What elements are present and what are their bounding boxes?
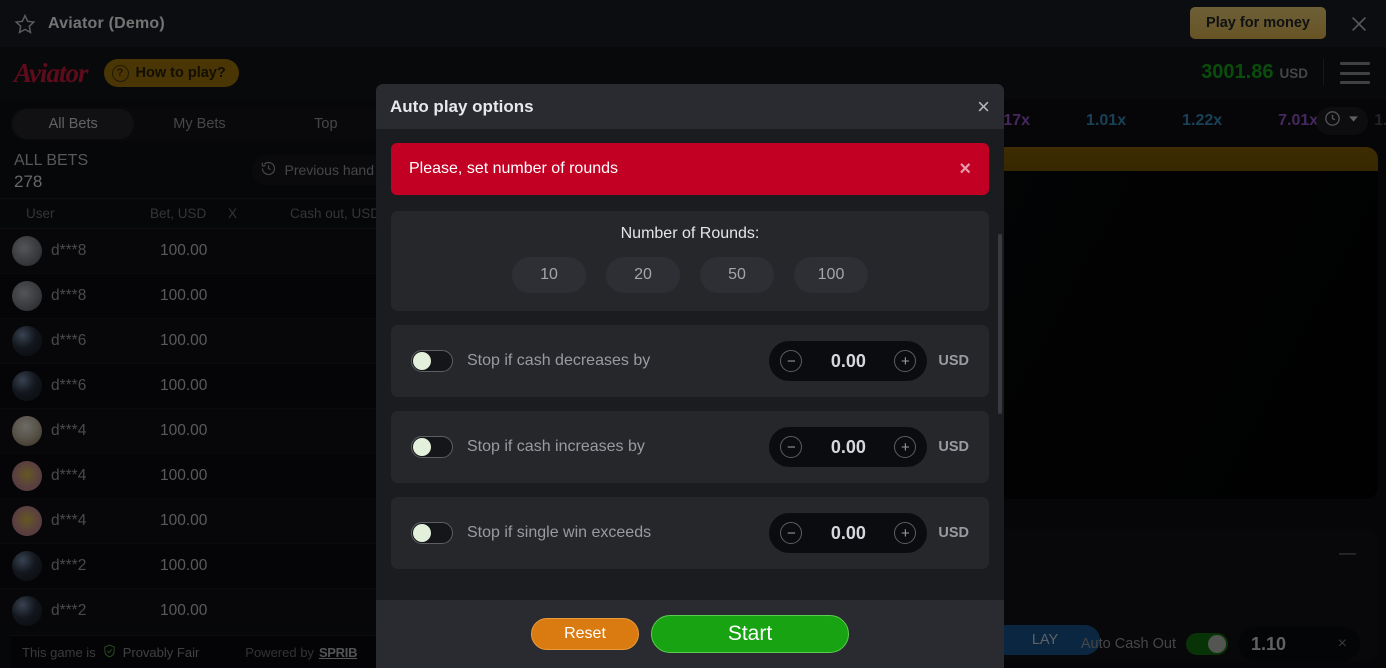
stop-single-win-label: Stop if single win exceeds xyxy=(467,524,652,541)
stop-cash-decreases-toggle[interactable] xyxy=(411,350,453,372)
stop-cash-increases-value: 0.00 xyxy=(830,436,866,457)
error-alert: Please, set number of rounds × xyxy=(391,143,989,195)
stop-cash-increases-label: Stop if cash increases by xyxy=(467,438,645,455)
modal-scrollbar[interactable] xyxy=(998,234,1002,414)
rounds-option-10[interactable]: 10 xyxy=(512,257,586,293)
rounds-card: Number of Rounds: 10 20 50 100 xyxy=(391,211,989,311)
modal-body: Please, set number of rounds × Number of… xyxy=(376,129,1004,600)
rounds-title: Number of Rounds: xyxy=(620,225,760,242)
rounds-option-20[interactable]: 20 xyxy=(606,257,680,293)
stop-single-win-value: 0.00 xyxy=(830,522,866,543)
stepper-plus-icon[interactable]: + xyxy=(894,522,917,544)
stop-single-win-stepper[interactable]: − 0.00 + xyxy=(769,513,928,553)
modal-title: Auto play options xyxy=(390,96,534,116)
reset-button[interactable]: Reset xyxy=(531,618,639,650)
app-root: Aviator (Demo) Play for money Aviator ? … xyxy=(0,0,1386,668)
stop-single-win-card: Stop if single win exceeds − 0.00 + USD xyxy=(391,497,989,569)
stop-cash-decreases-currency: USD xyxy=(938,353,969,369)
stop-cash-increases-card: Stop if cash increases by − 0.00 + USD xyxy=(391,411,989,483)
modal-footer: Reset Start xyxy=(376,600,1004,668)
modal-header: Auto play options × xyxy=(376,84,1004,129)
stop-cash-decreases-card: Stop if cash decreases by − 0.00 + USD xyxy=(391,325,989,397)
modal-close-icon[interactable]: × xyxy=(977,95,990,118)
stop-single-win-toggle[interactable] xyxy=(411,522,453,544)
stepper-plus-icon[interactable]: + xyxy=(894,350,917,372)
error-alert-dismiss-icon[interactable]: × xyxy=(959,158,971,181)
stop-cash-increases-toggle[interactable] xyxy=(411,436,453,458)
start-button[interactable]: Start xyxy=(651,615,849,653)
stop-cash-decreases-value: 0.00 xyxy=(830,350,866,371)
auto-play-options-modal: Auto play options × Please, set number o… xyxy=(376,84,1004,668)
stop-cash-decreases-stepper[interactable]: − 0.00 + xyxy=(769,341,928,381)
rounds-option-50[interactable]: 50 xyxy=(700,257,774,293)
rounds-buttons: 10 20 50 100 xyxy=(391,257,989,293)
stepper-minus-icon[interactable]: − xyxy=(780,522,803,544)
stop-cash-decreases-label: Stop if cash decreases by xyxy=(467,352,651,369)
stop-cash-increases-stepper[interactable]: − 0.00 + xyxy=(769,427,928,467)
stepper-minus-icon[interactable]: − xyxy=(780,436,803,458)
stop-cash-increases-currency: USD xyxy=(938,439,969,455)
stepper-plus-icon[interactable]: + xyxy=(894,436,917,458)
error-alert-message: Please, set number of rounds xyxy=(409,160,619,177)
stop-single-win-currency: USD xyxy=(938,525,969,541)
rounds-option-100[interactable]: 100 xyxy=(794,257,868,293)
stepper-minus-icon[interactable]: − xyxy=(780,350,803,372)
